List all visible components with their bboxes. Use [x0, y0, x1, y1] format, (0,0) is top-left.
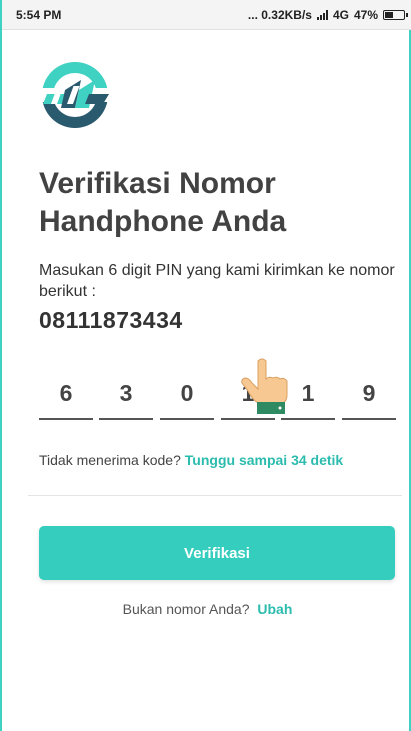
battery-icon — [383, 9, 408, 20]
signal-icon — [316, 9, 328, 20]
pin-digit-1[interactable]: 6 — [39, 376, 93, 420]
change-number-question: Bukan nomor Anda? — [122, 601, 250, 617]
resend-timer: Tunggu sampai 34 detik — [184, 452, 344, 468]
network-speed: ... 0.32KB/s — [247, 7, 312, 22]
verify-button[interactable]: Verifikasi — [39, 526, 395, 580]
app-logo-icon — [39, 62, 111, 128]
title-line-2: Handphone Anda — [39, 205, 287, 238]
pin-digit-2[interactable]: 3 — [99, 376, 153, 420]
pin-digit-3[interactable]: 0 — [160, 376, 214, 420]
status-indicators: ... 0.32KB/s 4G 47% — [247, 7, 408, 22]
pin-digit-6[interactable]: 9 — [342, 376, 396, 420]
page-title: Verifikasi Nomor Handphone Anda — [39, 165, 379, 241]
resend-question: Tidak menerima kode? — [39, 452, 181, 468]
status-time: 5:54 PM — [16, 7, 62, 22]
change-number-row: Bukan nomor Anda? Ubah — [2, 601, 411, 617]
status-bar: 5:54 PM ... 0.32KB/s 4G 47% — [2, 0, 411, 30]
instructions-text: Masukan 6 digit PIN yang kami kirimkan k… — [39, 262, 395, 300]
divider — [28, 495, 402, 496]
title-line-1: Verifikasi Nomor — [39, 167, 276, 200]
battery-level: 47% — [353, 7, 378, 22]
network-type: 4G — [332, 7, 349, 22]
phone-number: 08111873434 — [39, 307, 183, 333]
change-number-link[interactable]: Ubah — [257, 601, 292, 617]
pin-input-group: 6 3 0 1 1 9 — [39, 376, 396, 422]
app-frame: 5:54 PM ... 0.32KB/s 4G 47% Verifikasi N… — [0, 0, 411, 731]
resend-info: Tidak menerima kode? Tunggu sampai 34 de… — [39, 452, 409, 468]
pointer-hand-icon — [241, 358, 288, 414]
